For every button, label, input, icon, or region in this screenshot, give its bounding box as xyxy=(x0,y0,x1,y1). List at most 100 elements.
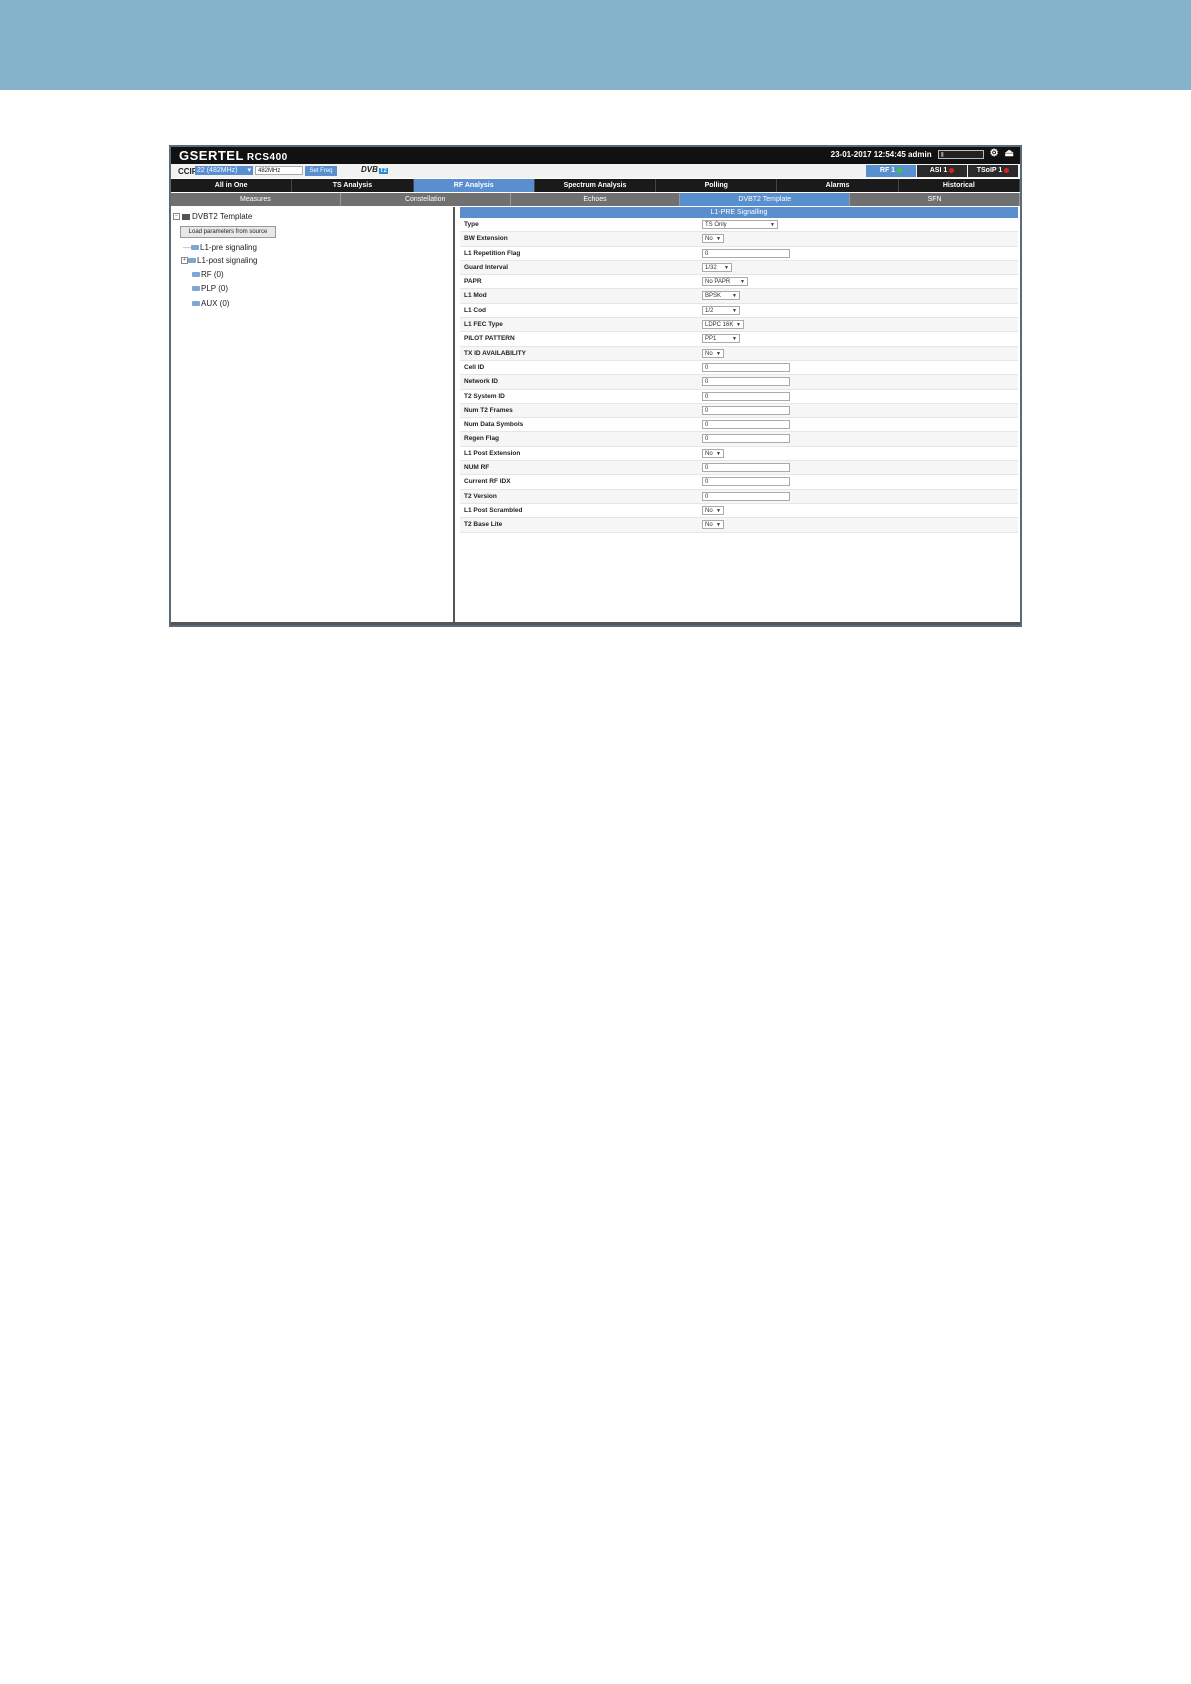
l1-mod-select[interactable]: BPSK ▼ xyxy=(702,291,740,301)
l1-fec-type-select[interactable]: LDPC 16K ▼ xyxy=(702,320,744,330)
tab-polling[interactable]: Polling xyxy=(656,179,778,192)
tab-constellation[interactable]: Constellation xyxy=(341,193,511,206)
chevron-down-icon: ▼ xyxy=(732,307,737,314)
form-row-tx-id-availability: TX ID AVAILABILITY No ▼ xyxy=(460,346,1018,361)
papr-select[interactable]: No PAPR ▼ xyxy=(702,277,748,287)
ccir-channel-value: 22 (482MHz) xyxy=(197,167,238,174)
datetime-user: 23-01-2017 12:54:45 admin xyxy=(830,149,932,159)
select-value: No PAPR xyxy=(705,279,731,286)
status-tab-rf[interactable]: RF 1 xyxy=(866,165,916,177)
tree-node-rf[interactable]: RF (0) xyxy=(192,270,224,279)
tab-alarms[interactable]: Alarms xyxy=(777,179,899,192)
select-value: TS Only xyxy=(705,222,727,228)
form-row-pilot-pattern: PILOT PATTERN PP1 ▼ xyxy=(460,332,1018,347)
cell-id-input[interactable]: 0 xyxy=(702,362,790,372)
form-row-num-t2-frames: Num T2 Frames 0 xyxy=(460,403,1018,419)
main-nav: All in One TS Analysis RF Analysis Spect… xyxy=(171,179,1020,192)
chevron-down-icon: ▼ xyxy=(716,522,721,529)
expand-icon[interactable]: + xyxy=(181,257,188,265)
ccir-channel-select[interactable]: 22 (482MHz) ▾ xyxy=(195,166,253,175)
tree-node-aux[interactable]: AUX (0) xyxy=(192,299,229,308)
bw-extension-select[interactable]: No ▼ xyxy=(702,234,724,244)
form-row-t2-system-id: T2 System ID 0 xyxy=(460,389,1018,404)
chevron-down-icon: ▼ xyxy=(716,450,721,457)
tree-root[interactable]: − DVBT2 Template xyxy=(173,212,252,221)
tx-id-availability-select[interactable]: No ▼ xyxy=(702,348,724,358)
logout-icon[interactable]: ⏏ xyxy=(1005,149,1014,159)
page-banner xyxy=(0,0,1191,90)
chevron-down-icon: ▼ xyxy=(736,322,741,329)
tab-ts-analysis[interactable]: TS Analysis xyxy=(292,179,414,192)
form-row-num-data-symbols: Num Data Symbols 0 xyxy=(460,418,1018,433)
tab-rf-analysis[interactable]: RF Analysis xyxy=(413,179,535,192)
num-t2-frames-input[interactable]: 0 xyxy=(702,405,790,415)
dvb-t2-badge: T2 xyxy=(378,168,388,174)
form-row-t2-base-lite: T2 Base Lite No ▼ xyxy=(460,518,1018,533)
form-row-l1-post-extension: L1 Post Extension No ▼ xyxy=(460,446,1018,462)
status-tab-tsoip[interactable]: TSoIP 1 xyxy=(968,165,1018,177)
folder-icon xyxy=(192,286,200,292)
field-label: T2 Version xyxy=(464,492,497,500)
tab-measures[interactable]: Measures xyxy=(171,193,341,206)
form-row-network-id: Network ID 0 xyxy=(460,375,1018,390)
tree-node-label: PLP (0) xyxy=(201,284,228,293)
tab-spectrum-analysis[interactable]: Spectrum Analysis xyxy=(535,179,657,192)
tree-node-l1-pre[interactable]: — L1-pre signaling xyxy=(183,243,257,252)
tree-node-l1-post[interactable]: + L1-post signaling xyxy=(181,256,257,265)
type-select[interactable]: TS Only ▼ xyxy=(702,220,778,229)
horizontal-scrollbar[interactable] xyxy=(171,622,1020,625)
form-row-cell-id: Cell ID 0 xyxy=(460,360,1018,376)
regen-flag-input[interactable]: 0 xyxy=(702,434,790,444)
status-dot-icon xyxy=(949,167,955,173)
guard-interval-select[interactable]: 1/32 ▼ xyxy=(702,262,732,272)
l1-post-extension-select[interactable]: No ▼ xyxy=(702,448,724,458)
collapse-icon[interactable]: − xyxy=(173,213,180,221)
status-tab-asi[interactable]: ASI 1 xyxy=(917,165,967,177)
num-data-symbols-input[interactable]: 0 xyxy=(702,420,790,430)
current-rf-idx-input[interactable]: 0 xyxy=(702,477,790,487)
form-row-regen-flag: Regen Flag 0 xyxy=(460,432,1018,447)
form-row-l1-fec-type: L1 FEC Type LDPC 16K ▼ xyxy=(460,318,1018,333)
select-value: No xyxy=(705,350,713,357)
field-label: L1 Mod xyxy=(464,292,487,300)
l1-post-scrambled-select[interactable]: No ▼ xyxy=(702,505,724,515)
set-freq-button[interactable]: Set Freq xyxy=(305,166,337,176)
load-parameters-button[interactable]: Load parameters from source xyxy=(180,226,276,238)
tree-node-plp[interactable]: PLP (0) xyxy=(192,284,228,293)
gear-icon[interactable]: ⚙ xyxy=(990,149,999,159)
database-icon xyxy=(182,213,190,220)
folder-icon xyxy=(188,258,196,264)
tree-node-label: L1-post signaling xyxy=(197,256,258,265)
t2-base-lite-select[interactable]: No ▼ xyxy=(702,520,724,530)
l1-cod-select[interactable]: 1/2 ▼ xyxy=(702,305,740,315)
tab-sfn[interactable]: SFN xyxy=(850,193,1020,206)
select-value: 1/32 xyxy=(705,264,717,271)
form-row-l1-post-scrambled: L1 Post Scrambled No ▼ xyxy=(460,503,1018,519)
folder-icon xyxy=(192,272,200,278)
sub-nav: Measures Constellation Echoes DVBT2 Temp… xyxy=(171,193,1020,206)
form-row-l1-cod: L1 Cod 1/2 ▼ xyxy=(460,303,1018,319)
tab-historical[interactable]: Historical xyxy=(899,179,1020,192)
tab-all-in-one[interactable]: All in One xyxy=(171,179,293,192)
field-label: TX ID AVAILABILITY xyxy=(464,349,526,357)
tree-node-label: RF (0) xyxy=(201,270,224,279)
form-row-num-rf: NUM RF 0 xyxy=(460,461,1018,476)
form-row-type: Type TS Only ▼ xyxy=(460,218,1018,233)
network-id-input[interactable]: 0 xyxy=(702,377,790,387)
num-rf-input[interactable]: 0 xyxy=(702,463,790,473)
t2-system-id-input[interactable]: 0 xyxy=(702,391,790,401)
chevron-down-icon: ▼ xyxy=(770,222,775,228)
frequency-bar: CCIR 22 (482MHz) ▾ 482MHz Set Freq DVB T2… xyxy=(171,164,1020,178)
frequency-input[interactable]: 482MHz xyxy=(255,166,303,175)
field-label: NUM RF xyxy=(464,464,490,472)
field-label: L1 Cod xyxy=(464,306,487,314)
tab-echoes[interactable]: Echoes xyxy=(511,193,681,206)
t2-version-input[interactable]: 0 xyxy=(702,491,790,501)
pilot-pattern-select[interactable]: PP1 ▼ xyxy=(702,334,740,344)
field-label: L1 FEC Type xyxy=(464,321,503,329)
tree-line-icon: — xyxy=(183,243,191,252)
form-header: L1-PRE Signalling xyxy=(460,207,1018,218)
tab-dvbt2-template[interactable]: DVBT2 Template xyxy=(680,193,851,206)
field-label: Current RF IDX xyxy=(464,478,511,486)
l1-repetition-flag-input[interactable]: 0 xyxy=(702,248,790,258)
